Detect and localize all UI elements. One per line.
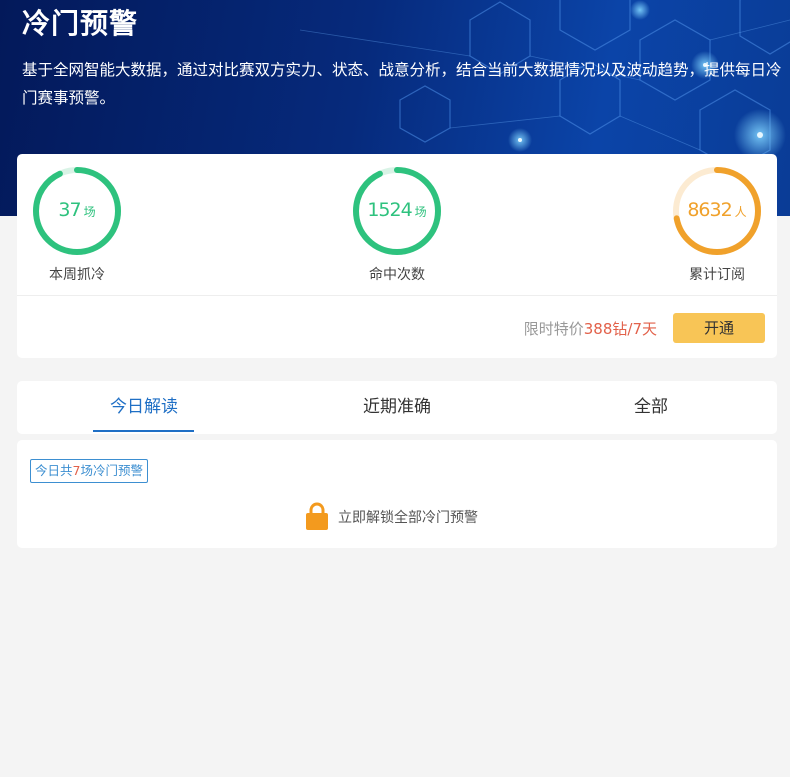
- tab-bar: 今日解读 近期准确 全部: [17, 381, 777, 434]
- subscribe-button[interactable]: 开通: [673, 313, 765, 343]
- tab-today[interactable]: 今日解读: [44, 381, 244, 434]
- active-tab-indicator: [93, 430, 194, 432]
- unlock-text: 立即解锁全部冷门预警: [338, 510, 478, 526]
- page-description: 基于全网智能大数据，通过对比赛双方实力、状态、战意分析，结合当前大数据情况以及波…: [22, 61, 782, 107]
- stat-value: 37 场: [58, 199, 96, 221]
- tab-all[interactable]: 全部: [551, 381, 751, 434]
- tab-recent-accuracy[interactable]: 近期准确: [297, 381, 497, 434]
- price-offer: 限时特价388钻/7天: [523, 320, 657, 338]
- price-value: 388钻/7天: [583, 320, 657, 338]
- lock-icon: [306, 502, 328, 530]
- stat-hit-count: 1524 场 命中次数: [337, 166, 457, 284]
- divider: [17, 295, 777, 296]
- stats-card: 37 场 本周抓冷 1524 场 命中次数 8632 人 累计订阅 限时特价388钻/…: [17, 154, 777, 358]
- stat-total-subscribers: 8632 人 累计订阅: [657, 166, 777, 284]
- upset-count-badge: 今日共7场冷门预警: [30, 459, 148, 483]
- page-title: 冷门预警: [22, 7, 139, 40]
- today-content: 今日共7场冷门预警 立即解锁全部冷门预警: [17, 440, 777, 548]
- stat-value: 1524 场: [367, 199, 427, 221]
- stat-value: 8632 人: [687, 199, 747, 221]
- stat-label: 本周抓冷: [49, 267, 105, 283]
- stat-label: 累计订阅: [689, 267, 745, 283]
- stat-label: 命中次数: [369, 267, 425, 283]
- stat-weekly-upsets: 37 场 本周抓冷: [17, 166, 137, 284]
